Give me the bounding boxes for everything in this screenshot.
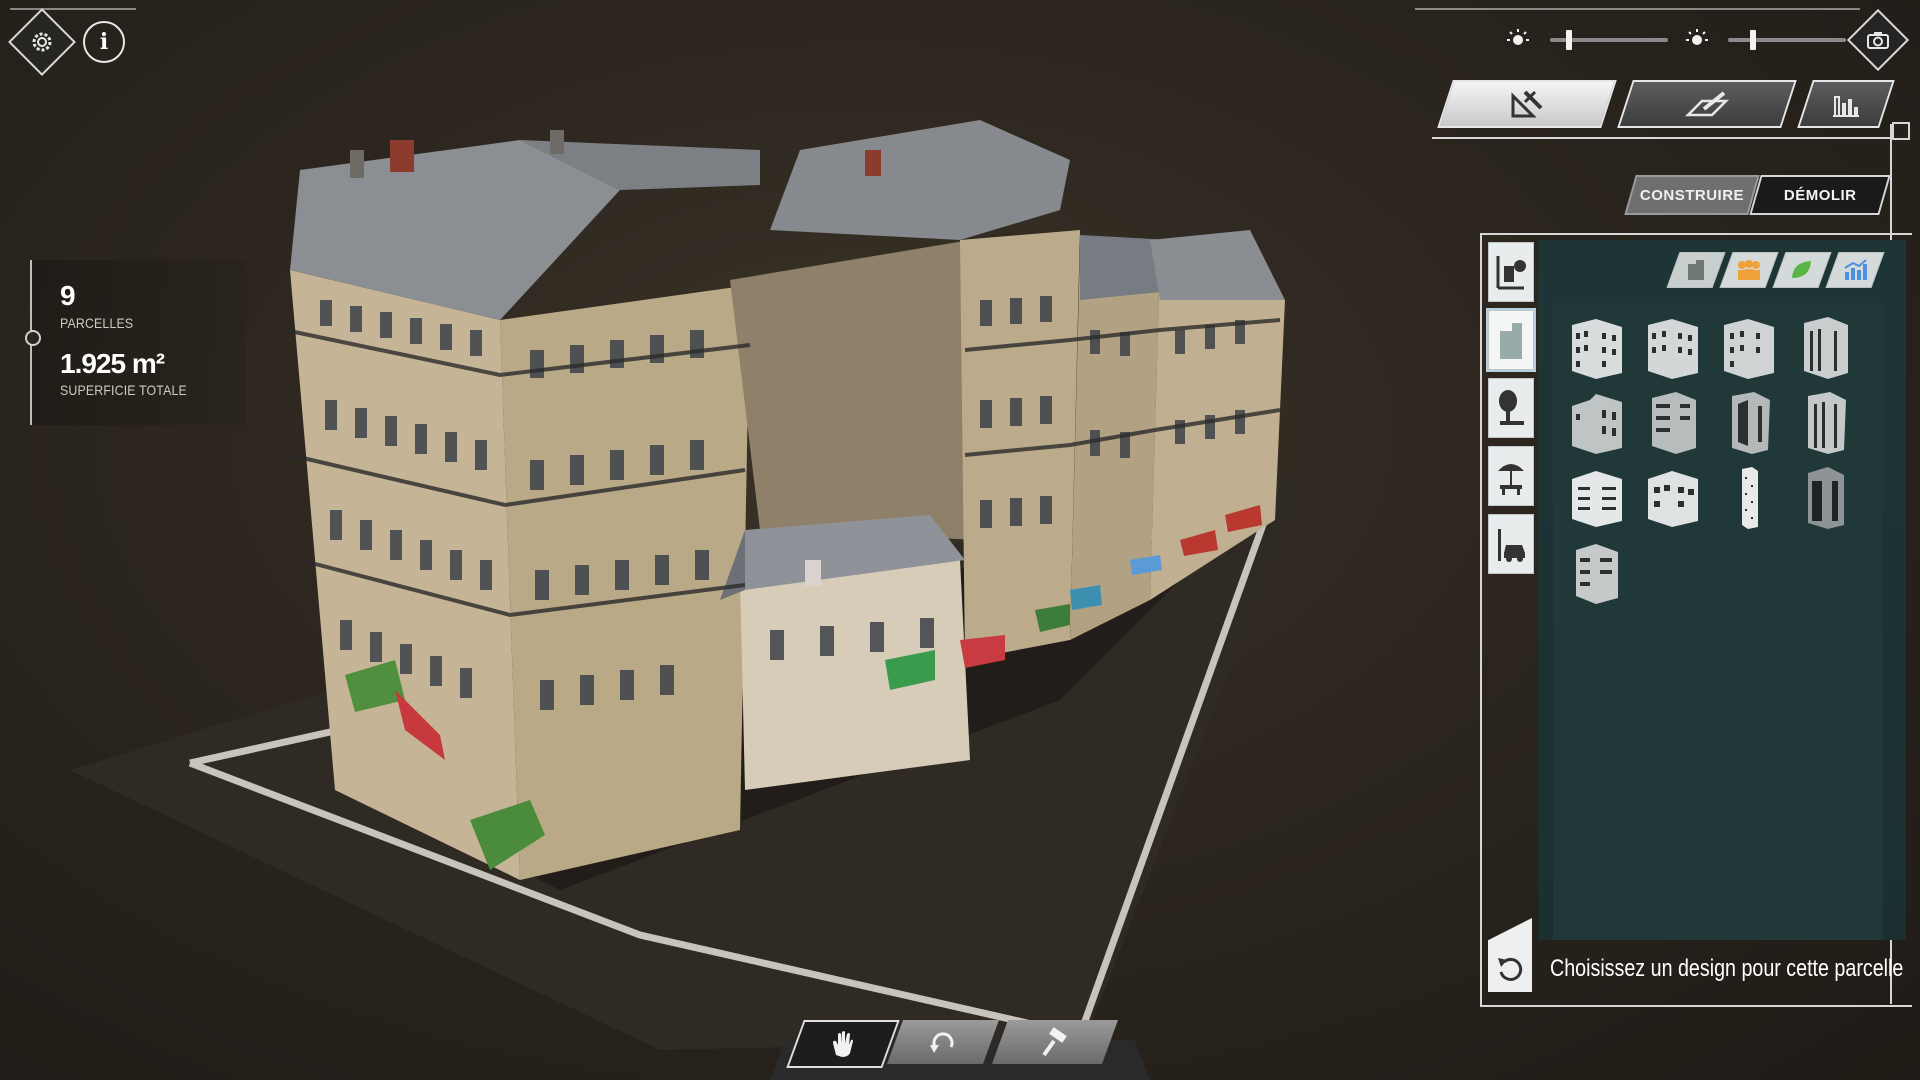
design-thumb-12[interactable] bbox=[1794, 465, 1856, 531]
pencil-ruler-icon bbox=[1684, 91, 1730, 117]
hammer-tool-button[interactable] bbox=[991, 1020, 1119, 1064]
tree-bench-icon bbox=[1499, 390, 1524, 425]
hammer-icon bbox=[1042, 1027, 1067, 1057]
building-filter-icon bbox=[1688, 260, 1704, 280]
design-thumb-5[interactable] bbox=[1566, 390, 1628, 456]
edit-mode-button[interactable] bbox=[1617, 80, 1797, 128]
top-right-frame-line bbox=[1415, 8, 1860, 10]
drafting-tools-icon bbox=[1511, 90, 1543, 118]
rotate-icon bbox=[930, 1032, 954, 1053]
tab-parking[interactable] bbox=[1488, 514, 1534, 574]
chart-filter-icon bbox=[1844, 259, 1867, 280]
kiosk-umbrella-icon bbox=[1498, 464, 1524, 495]
parcels-label: PARCELLES bbox=[60, 315, 134, 331]
info-icon: i bbox=[99, 29, 109, 55]
leaf-filter-icon bbox=[1792, 261, 1811, 278]
design-thumb-1[interactable] bbox=[1566, 315, 1628, 381]
buildings-icon bbox=[1500, 323, 1522, 359]
design-thumb-13[interactable] bbox=[1566, 540, 1628, 606]
land-parcel-icon bbox=[1496, 256, 1526, 290]
tab-nature[interactable] bbox=[1488, 378, 1534, 438]
build-action-button[interactable]: CONSTRUIRE bbox=[1624, 175, 1760, 215]
stats-panel: 9 PARCELLES 1.925 m² SUPERFICIE TOTALE bbox=[25, 260, 246, 425]
design-thumb-7[interactable] bbox=[1718, 390, 1780, 456]
tab-buildings[interactable] bbox=[1488, 310, 1534, 370]
design-thumb-6[interactable] bbox=[1642, 390, 1704, 456]
design-thumb-8[interactable] bbox=[1794, 390, 1856, 456]
tab-land[interactable] bbox=[1488, 242, 1534, 302]
design-thumb-10[interactable] bbox=[1642, 465, 1704, 531]
mode-bar-underline bbox=[1432, 137, 1892, 139]
stats-mode-button[interactable] bbox=[1797, 80, 1895, 128]
stats-marker bbox=[25, 330, 41, 346]
light-slider-2-track[interactable] bbox=[1728, 38, 1846, 42]
design-thumb-9[interactable] bbox=[1566, 465, 1628, 531]
info-button[interactable]: i bbox=[83, 21, 125, 63]
hand-icon bbox=[833, 1031, 853, 1057]
build-label: CONSTRUIRE bbox=[1639, 186, 1745, 204]
total-area-label: SUPERFICIE TOTALE bbox=[60, 382, 187, 398]
design-thumb-4[interactable] bbox=[1794, 315, 1856, 381]
design-thumb-2[interactable] bbox=[1642, 315, 1704, 381]
light-slider-2-thumb[interactable] bbox=[1750, 30, 1756, 50]
parcels-count: 9 bbox=[60, 280, 76, 311]
undo-icon bbox=[1498, 957, 1523, 981]
demolish-label: DÉMOLIR bbox=[1783, 186, 1857, 204]
sun-icon bbox=[1686, 29, 1708, 45]
pan-tool-button[interactable] bbox=[786, 1020, 900, 1068]
design-thumb-11[interactable] bbox=[1718, 465, 1780, 531]
design-thumb-3[interactable] bbox=[1718, 315, 1780, 381]
sun-icon bbox=[1507, 29, 1529, 45]
top-left-divider bbox=[10, 8, 136, 10]
demolish-action-button[interactable]: DÉMOLIR bbox=[1749, 175, 1891, 215]
car-parking-icon bbox=[1498, 529, 1525, 562]
gear-icon bbox=[32, 32, 52, 52]
rotate-tool-button[interactable] bbox=[886, 1020, 1000, 1064]
factory-chart-icon bbox=[1833, 96, 1859, 117]
light-slider-1-thumb[interactable] bbox=[1566, 30, 1572, 50]
connector-square bbox=[1892, 122, 1910, 140]
people-filter-icon bbox=[1738, 260, 1760, 280]
build-mode-button[interactable] bbox=[1437, 80, 1617, 128]
catalog-hint: Choisissez un design pour cette parcelle bbox=[1550, 955, 1904, 982]
camera-icon bbox=[1867, 32, 1889, 49]
total-area-value: 1.925 m² bbox=[60, 348, 165, 379]
tab-kiosks[interactable] bbox=[1488, 446, 1534, 506]
